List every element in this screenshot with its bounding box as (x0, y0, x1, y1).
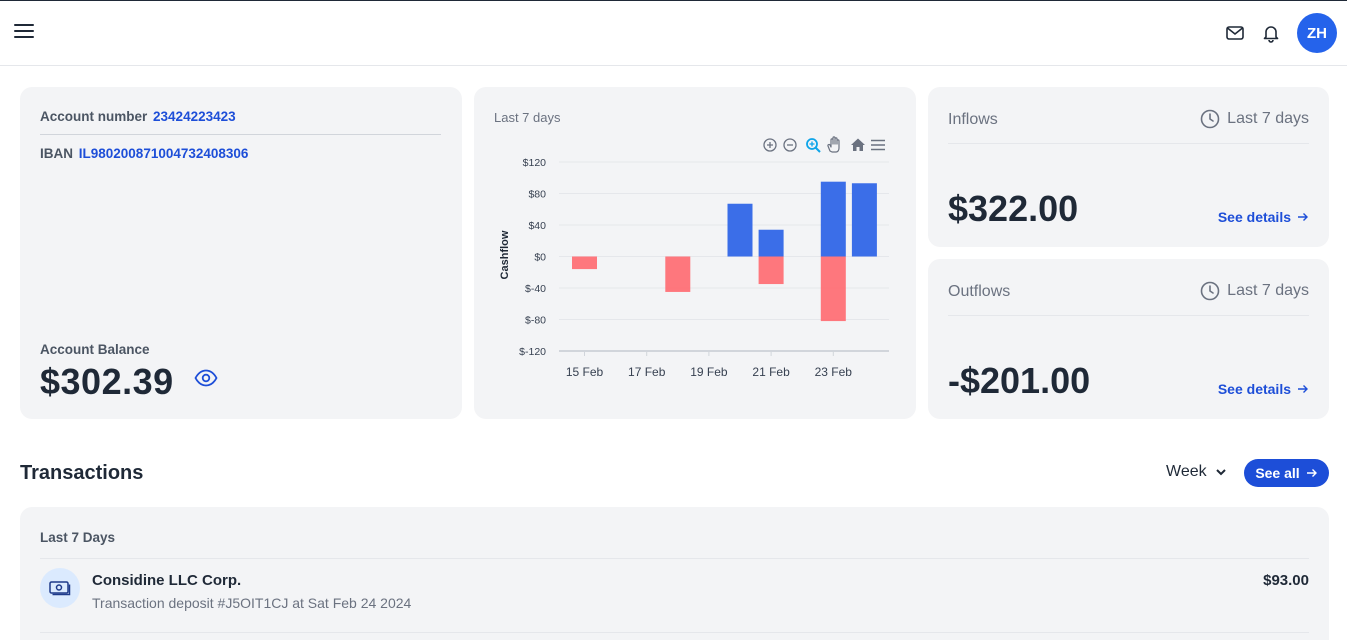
hamburger-menu-icon[interactable] (14, 24, 34, 40)
balance-value: $302.39 (40, 361, 174, 402)
divider (40, 632, 1309, 633)
divider (40, 134, 441, 135)
transaction-description: Transaction deposit #J5OIT1CJ at Sat Feb… (92, 595, 412, 611)
pan-hand-icon[interactable] (827, 136, 840, 153)
inflow-bar (820, 181, 846, 257)
user-avatar[interactable]: ZH (1297, 13, 1337, 53)
period-filter-select[interactable]: Week (1166, 463, 1227, 481)
x-tick-label: 19 Feb (690, 365, 728, 379)
divider (948, 143, 1309, 144)
transactions-heading: Transactions (20, 462, 144, 484)
bell-icon[interactable] (1261, 23, 1281, 43)
clock-icon (1200, 281, 1220, 301)
period-filter-value: Week (1166, 463, 1207, 480)
arrow-right-icon (1298, 385, 1308, 393)
inflows-card: Inflows Last 7 days $322.00 See details (928, 87, 1329, 247)
selection-zoom-icon[interactable] (806, 138, 821, 153)
account-number-row: Account number 23424223423 (40, 109, 236, 124)
inflows-see-details-link[interactable]: See details (1218, 209, 1309, 225)
see-details-label: See details (1217, 381, 1291, 397)
inflows-period-label: Last 7 days (1227, 110, 1309, 127)
account-number-value: 23424223423 (153, 109, 236, 124)
outflows-period: Last 7 days (1200, 281, 1309, 301)
x-tick-label: 23 Feb (815, 365, 853, 379)
x-tick-label: 15 Feb (566, 365, 604, 379)
zoom-in-icon[interactable] (763, 138, 777, 152)
top-header: ZH (0, 1, 1347, 66)
inflows-amount: $322.00 (948, 188, 1079, 229)
y-tick-label: $-40 (525, 283, 546, 295)
account-card: Account number 23424223423 IBAN IL980200… (20, 87, 462, 419)
inflow-bar (758, 229, 784, 257)
see-all-button[interactable]: See all (1244, 459, 1329, 487)
transactions-card: Last 7 Days Considine LLC Corp. Transact… (20, 507, 1329, 640)
chart-menu-icon[interactable] (871, 139, 885, 151)
zoom-out-icon[interactable] (783, 138, 797, 152)
clock-icon (1200, 109, 1220, 129)
iban-row: IBAN IL980200871004732408306 (40, 146, 248, 161)
transaction-amount: $93.00 (1263, 572, 1309, 589)
see-all-label: See all (1255, 465, 1300, 481)
x-tick-label: 21 Feb (752, 365, 790, 379)
transaction-group-label: Last 7 Days (40, 530, 116, 545)
outflows-amount: -$201.00 (948, 360, 1091, 401)
see-details-label: See details (1217, 209, 1291, 225)
divider (948, 315, 1309, 316)
x-tick-label: 17 Feb (628, 365, 666, 379)
mail-icon[interactable] (1225, 23, 1245, 43)
arrow-right-icon (1298, 213, 1308, 221)
cashflow-chart-card: Last 7 days $120 $80 $40 $0 $-40 $-80 $-120 15… (474, 87, 916, 419)
arrow-right-icon (1306, 469, 1317, 477)
chart-y-axis-label: Cashflow (499, 230, 511, 279)
account-number-label: Account number (40, 109, 148, 124)
y-tick-label: $80 (528, 189, 546, 201)
divider (40, 558, 1309, 559)
y-tick-label: $0 (534, 252, 546, 264)
inflow-bar (727, 203, 753, 257)
y-tick-label: $120 (523, 157, 547, 169)
outflow-bar (758, 256, 784, 285)
outflows-title: Outflows (948, 283, 1011, 300)
outflows-card: Outflows Last 7 days -$201.00 See detail… (928, 259, 1329, 419)
inflows-title: Inflows (948, 111, 998, 128)
outflows-see-details-link[interactable]: See details (1218, 381, 1309, 397)
eye-icon[interactable] (194, 368, 218, 388)
cashflow-chart: $120 $80 $40 $0 $-40 $-80 $-120 15 Feb 17 Feb 19… (499, 136, 889, 379)
home-reset-icon[interactable] (851, 138, 865, 152)
balance-label: Account Balance (40, 342, 150, 357)
cash-icon (40, 568, 80, 608)
transaction-name: Considine LLC Corp. (92, 572, 242, 589)
outflow-bar (572, 256, 597, 270)
outflow-bar (665, 256, 691, 292)
inflow-bar (851, 183, 877, 257)
iban-label: IBAN (40, 146, 73, 161)
outflows-period-label: Last 7 days (1227, 282, 1309, 299)
y-tick-label: $-80 (525, 315, 546, 327)
outflow-bar (820, 256, 846, 322)
y-tick-label: $-120 (519, 346, 546, 358)
inflows-period: Last 7 days (1200, 109, 1309, 129)
y-tick-label: $40 (528, 220, 546, 232)
chevron-down-icon (1215, 469, 1226, 476)
iban-value: IL980200871004732408306 (78, 146, 249, 161)
